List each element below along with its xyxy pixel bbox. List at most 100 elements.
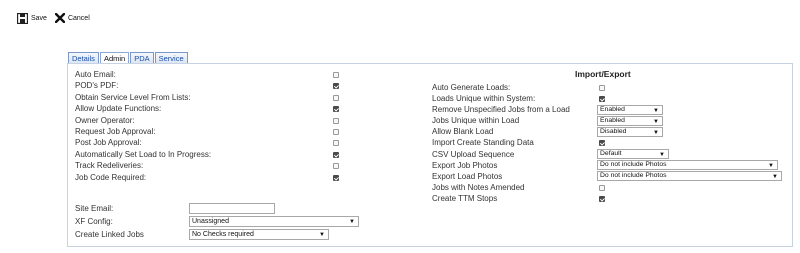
chevron-down-icon: ▼ bbox=[653, 118, 659, 125]
allow-blank-load-label: Allow Blank Load bbox=[432, 127, 494, 137]
track-redeliveries-checkbox[interactable] bbox=[333, 163, 339, 170]
export-load-photos-select[interactable]: Do not include Photos ▼ bbox=[597, 171, 782, 182]
chevron-down-icon: ▼ bbox=[768, 163, 774, 170]
service-level-checkbox[interactable] bbox=[333, 94, 339, 101]
xf-config-value: Unassigned bbox=[192, 218, 229, 225]
export-job-photos-select[interactable]: Do not include Photos ▼ bbox=[597, 160, 778, 171]
auto-in-progress-checkbox[interactable] bbox=[333, 151, 339, 158]
jobs-unique-label: Jobs Unique within Load bbox=[432, 116, 520, 126]
job-code-label: Job Code Required: bbox=[75, 172, 147, 182]
auto-generate-loads-row: Auto Generate Loads: bbox=[432, 82, 792, 93]
create-linked-jobs-row: Create Linked Jobs No Checks required ▼ bbox=[75, 228, 375, 241]
admin-panel: Auto Email: POD's PDF: Obtain Service Le… bbox=[67, 63, 793, 247]
pods-pdf-checkbox[interactable] bbox=[333, 83, 339, 90]
allow-blank-load-value: Disabled bbox=[600, 127, 627, 135]
remove-unspecified-value: Enabled bbox=[600, 105, 625, 113]
owner-operator-row: Owner Operator: bbox=[75, 115, 365, 126]
export-job-photos-row: Export Job Photos Do not include Photos ▼ bbox=[432, 160, 792, 171]
notes-amended-checkbox[interactable] bbox=[599, 184, 605, 191]
owner-operator-label: Owner Operator: bbox=[75, 115, 135, 125]
auto-generate-loads-checkbox[interactable] bbox=[599, 85, 605, 91]
loads-unique-label: Loads Unique within System: bbox=[432, 94, 536, 104]
remove-unspecified-row: Remove Unspecified Jobs from a Load Enabl… bbox=[432, 104, 792, 115]
cancel-label: Cancel bbox=[67, 14, 90, 22]
export-load-photos-row: Export Load Photos Do not include Photos ▼ bbox=[432, 171, 792, 182]
create-ttm-stops-label: Create TTM Stops bbox=[432, 193, 498, 203]
tab-pda[interactable]: PDA bbox=[130, 52, 154, 63]
site-email-field[interactable] bbox=[189, 203, 275, 214]
pods-pdf-row: POD's PDF: bbox=[75, 80, 365, 91]
site-email-label: Site Email: bbox=[75, 204, 114, 213]
auto-in-progress-label: Automatically Set Load to In Progress: bbox=[75, 149, 212, 159]
service-level-row: Obtain Service Level From Lists: bbox=[75, 92, 365, 103]
cancel-button[interactable]: Cancel bbox=[54, 13, 90, 23]
import-export-title: Import/Export bbox=[575, 69, 631, 79]
request-approval-checkbox[interactable] bbox=[333, 128, 339, 135]
csv-upload-row: CSV Upload Sequence Default ▼ bbox=[432, 149, 792, 160]
admin-settings-list: Auto Email: POD's PDF: Obtain Service Le… bbox=[75, 69, 365, 183]
save-button[interactable]: Save bbox=[17, 12, 47, 24]
track-redeliveries-label: Track Redeliveries: bbox=[75, 161, 144, 171]
job-code-checkbox[interactable] bbox=[333, 174, 339, 181]
csv-upload-select[interactable]: Default ▼ bbox=[597, 149, 669, 160]
service-level-label: Obtain Service Level From Lists: bbox=[75, 92, 191, 102]
allow-update-checkbox[interactable] bbox=[333, 106, 339, 113]
auto-email-checkbox[interactable] bbox=[333, 72, 339, 78]
loads-unique-checkbox[interactable] bbox=[599, 96, 605, 103]
jobs-unique-value: Enabled bbox=[600, 116, 625, 124]
create-linked-jobs-label: Create Linked Jobs bbox=[75, 230, 144, 239]
allow-update-row: Allow Update Functions: bbox=[75, 103, 365, 114]
auto-email-row: Auto Email: bbox=[75, 69, 365, 80]
save-icon bbox=[17, 12, 28, 24]
create-linked-jobs-value: No Checks required bbox=[192, 231, 254, 238]
create-ttm-stops-checkbox[interactable] bbox=[599, 195, 605, 202]
close-icon bbox=[54, 13, 65, 23]
chevron-down-icon: ▼ bbox=[349, 219, 355, 225]
auto-email-label: Auto Email: bbox=[75, 70, 116, 79]
chevron-down-icon: ▼ bbox=[653, 129, 659, 136]
request-approval-label: Request Job Approval: bbox=[75, 126, 156, 136]
tab-bar: Details Admin PDA Service bbox=[68, 52, 189, 64]
post-approval-checkbox[interactable] bbox=[333, 140, 339, 147]
xf-config-row: XF Config: Unassigned ▼ bbox=[75, 215, 375, 228]
owner-operator-checkbox[interactable] bbox=[333, 117, 339, 124]
allow-update-label: Allow Update Functions: bbox=[75, 104, 162, 114]
chevron-down-icon: ▼ bbox=[659, 152, 665, 159]
auto-generate-loads-label: Auto Generate Loads: bbox=[432, 83, 511, 92]
save-label: Save bbox=[31, 14, 47, 22]
notes-amended-row: Jobs with Notes Amended bbox=[432, 182, 792, 193]
allow-blank-load-select[interactable]: Disabled ▼ bbox=[597, 126, 663, 137]
create-ttm-stops-row: Create TTM Stops bbox=[432, 193, 792, 204]
loads-unique-row: Loads Unique within System: bbox=[432, 93, 792, 104]
auto-in-progress-row: Automatically Set Load to In Progress: bbox=[75, 149, 365, 160]
xf-config-label: XF Config: bbox=[75, 217, 113, 226]
import-standing-data-checkbox[interactable] bbox=[599, 140, 605, 147]
tab-details[interactable]: Details bbox=[68, 52, 99, 63]
request-approval-row: Request Job Approval: bbox=[75, 126, 365, 137]
jobs-unique-row: Jobs Unique within Load Enabled ▼ bbox=[432, 115, 792, 126]
notes-amended-label: Jobs with Notes Amended bbox=[432, 182, 525, 192]
toolbar: Save Cancel bbox=[17, 10, 98, 26]
allow-blank-load-row: Allow Blank Load Disabled ▼ bbox=[432, 126, 792, 137]
xf-config-select[interactable]: Unassigned ▼ bbox=[189, 216, 359, 227]
jobs-unique-select[interactable]: Enabled ▼ bbox=[597, 115, 663, 126]
export-job-photos-value: Do not include Photos bbox=[600, 161, 667, 169]
tab-service[interactable]: Service bbox=[154, 52, 188, 63]
export-job-photos-label: Export Job Photos bbox=[432, 160, 498, 170]
post-approval-row: Post Job Approval: bbox=[75, 137, 365, 148]
job-code-row: Job Code Required: bbox=[75, 172, 365, 183]
import-export-list: Auto Generate Loads: Loads Unique within… bbox=[432, 82, 792, 204]
csv-upload-label: CSV Upload Sequence bbox=[432, 149, 515, 159]
import-standing-data-row: Import Create Standing Data bbox=[432, 137, 792, 148]
site-email-row: Site Email: bbox=[75, 202, 375, 215]
post-approval-label: Post Job Approval: bbox=[75, 138, 142, 148]
import-standing-data-label: Import Create Standing Data bbox=[432, 138, 534, 148]
admin-config-fields: Site Email: XF Config: Unassigned ▼ Creat… bbox=[75, 202, 375, 241]
chevron-down-icon: ▼ bbox=[319, 232, 325, 238]
chevron-down-icon: ▼ bbox=[772, 174, 778, 181]
csv-upload-value: Default bbox=[600, 150, 622, 158]
remove-unspecified-select[interactable]: Enabled ▼ bbox=[597, 104, 663, 115]
chevron-down-icon: ▼ bbox=[653, 107, 659, 114]
create-linked-jobs-select[interactable]: No Checks required ▼ bbox=[189, 229, 329, 240]
remove-unspecified-label: Remove Unspecified Jobs from a Load bbox=[432, 105, 570, 115]
